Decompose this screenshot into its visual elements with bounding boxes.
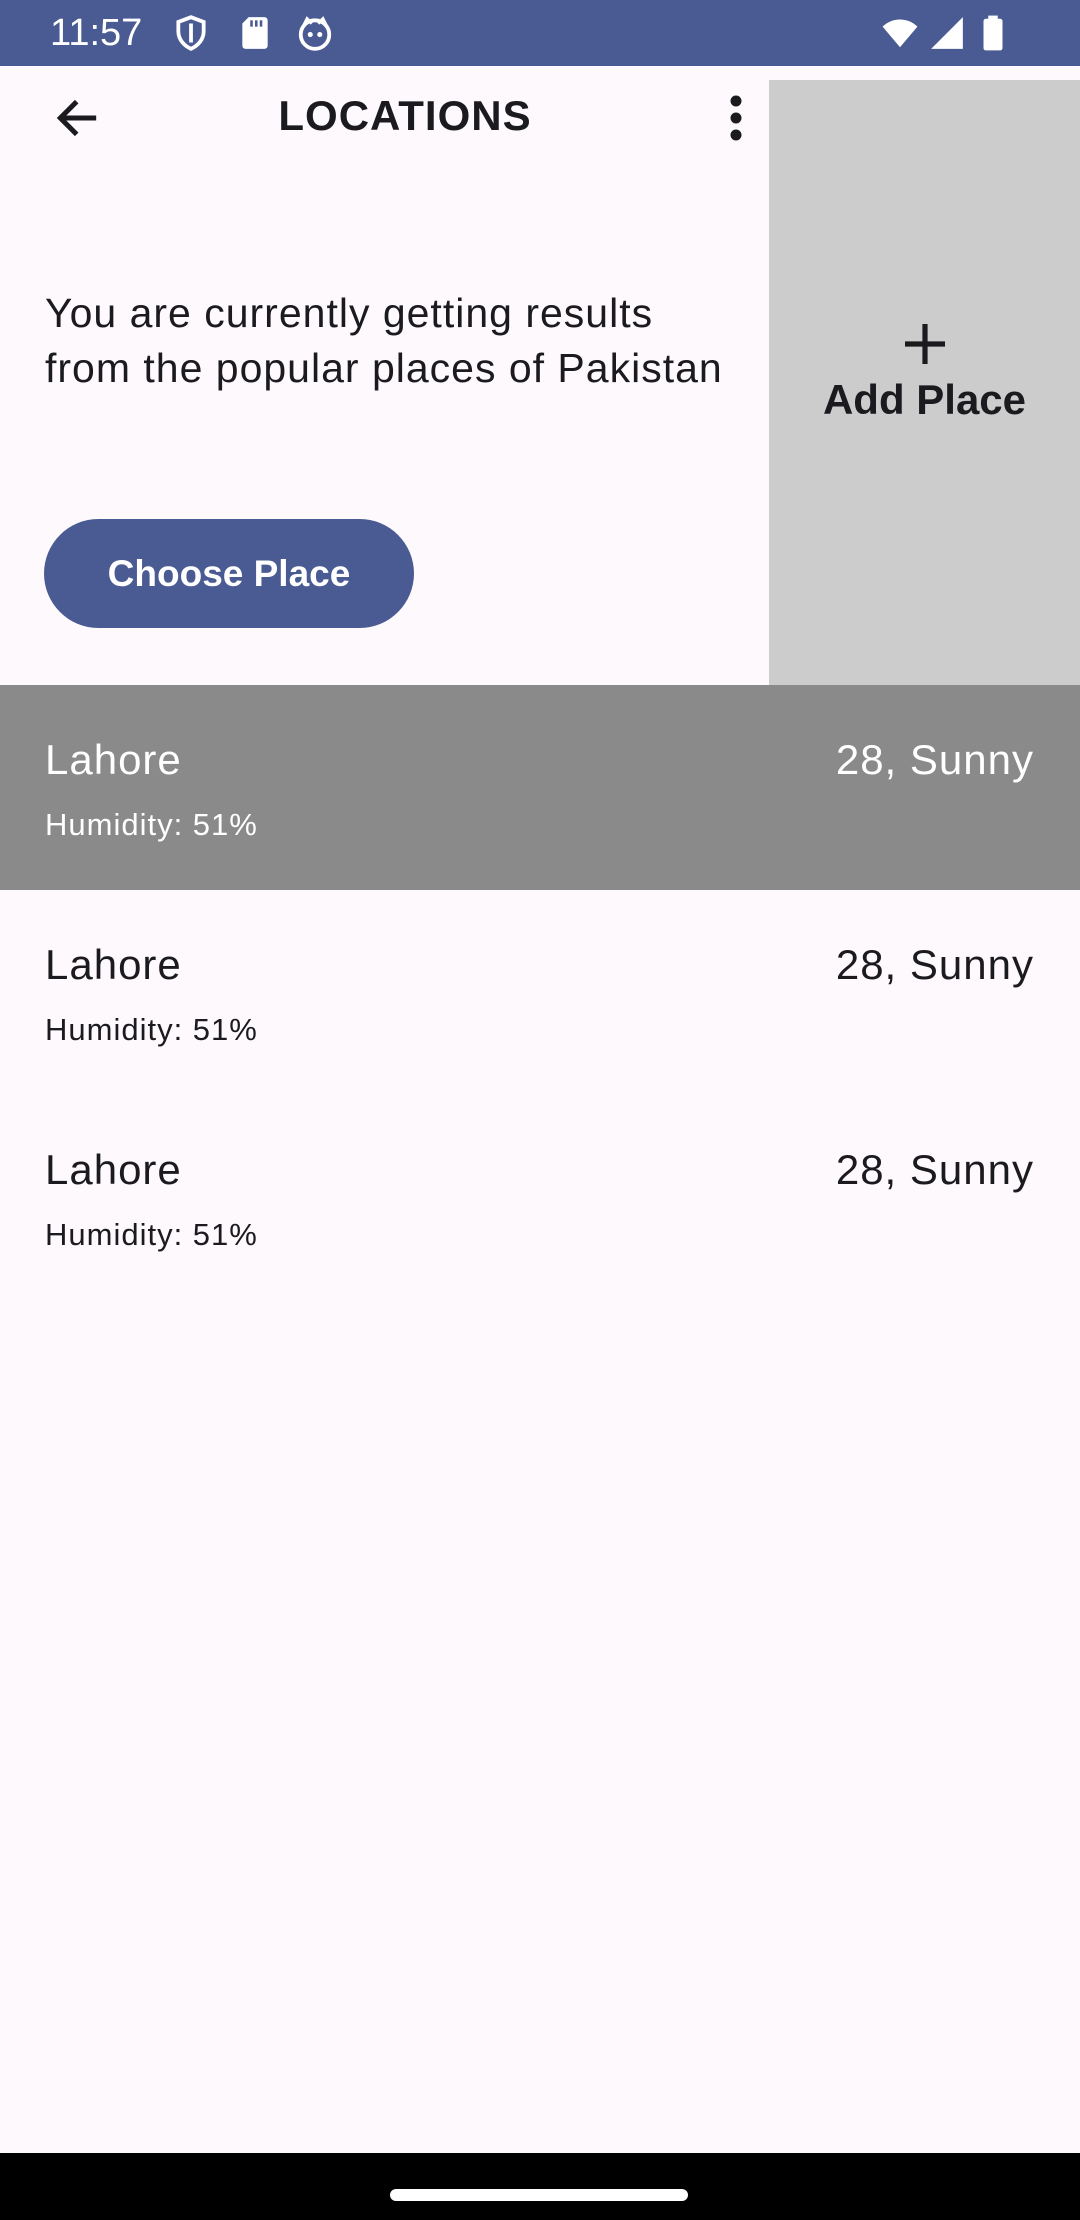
plus-icon bbox=[904, 324, 945, 364]
add-place-label: Add Place bbox=[822, 376, 1027, 423]
choose-place-button[interactable]: Choose Place bbox=[44, 519, 414, 628]
humidity-text: Humidity: 51% bbox=[45, 1012, 258, 1047]
list-item[interactable]: Lahore 28, Sunny Humidity: 51% bbox=[0, 685, 1080, 890]
weather-summary: 28, Sunny bbox=[835, 1146, 1034, 1193]
city-name: Lahore bbox=[45, 941, 182, 988]
locations-list: Lahore 28, Sunny Humidity: 51% Lahore 28… bbox=[0, 685, 1080, 1300]
signal-icon bbox=[928, 14, 966, 52]
humidity-text: Humidity: 51% bbox=[45, 807, 258, 842]
city-name: Lahore bbox=[45, 736, 182, 783]
weather-summary: 28, Sunny bbox=[835, 941, 1034, 988]
city-name: Lahore bbox=[45, 1146, 182, 1193]
page-title: LOCATIONS bbox=[278, 92, 532, 139]
face-icon bbox=[296, 14, 334, 52]
navigation-bar bbox=[0, 2153, 1080, 2220]
overflow-menu-button[interactable] bbox=[706, 86, 766, 150]
add-place-button[interactable]: Add Place bbox=[769, 80, 1080, 685]
list-item[interactable]: Lahore 28, Sunny Humidity: 51% bbox=[0, 890, 1080, 1095]
shield-icon bbox=[172, 14, 210, 52]
more-vert-icon bbox=[730, 95, 742, 141]
back-button[interactable] bbox=[40, 86, 114, 150]
battery-icon bbox=[974, 14, 1012, 52]
arrow-back-icon bbox=[56, 99, 97, 137]
sd-card-icon bbox=[236, 14, 274, 52]
info-text: You are currently getting results from t… bbox=[45, 290, 723, 391]
weather-summary: 28, Sunny bbox=[835, 736, 1034, 783]
status-time: 11:57 bbox=[50, 12, 143, 54]
humidity-text: Humidity: 51% bbox=[45, 1217, 258, 1252]
status-bar: 11:57 bbox=[0, 0, 1080, 66]
wifi-icon bbox=[880, 14, 918, 52]
home-gesture-handle[interactable] bbox=[390, 2189, 688, 2201]
add-place-content: Add Place bbox=[769, 320, 1080, 426]
list-item[interactable]: Lahore 28, Sunny Humidity: 51% bbox=[0, 1095, 1080, 1300]
